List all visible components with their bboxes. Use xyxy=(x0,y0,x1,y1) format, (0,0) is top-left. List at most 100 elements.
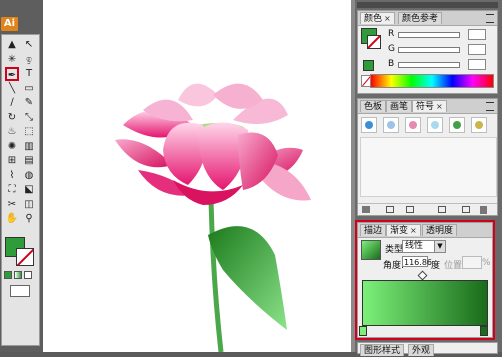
tab-stroke-label: 描边 xyxy=(364,226,383,236)
tab-symbols[interactable]: 符号 × xyxy=(412,100,447,112)
direct-selection-tool-icon[interactable]: ↖ xyxy=(22,38,36,52)
mesh-tool-icon[interactable]: ⊞ xyxy=(5,154,19,168)
tab-gradient-label: 渐变 xyxy=(390,226,409,236)
hand-tool-icon[interactable]: ✋ xyxy=(5,212,19,226)
symbols-list-area xyxy=(360,137,497,197)
type-tool-icon[interactable]: T xyxy=(22,67,36,81)
gradient-ramp[interactable] xyxy=(362,280,488,326)
close-icon[interactable]: × xyxy=(410,226,417,235)
graphic-styles-panel: 图形样式 外观 xyxy=(357,342,498,356)
scale-tool-icon[interactable]: ⤡ xyxy=(22,111,36,125)
tab-brushes-label: 画笔 xyxy=(390,102,409,112)
trash-icon[interactable] xyxy=(480,206,487,214)
close-icon[interactable]: × xyxy=(384,14,391,23)
slice-tool-icon[interactable]: ✂ xyxy=(5,198,19,212)
channel-b-slider[interactable] xyxy=(398,62,460,68)
bird-symbol-icon[interactable] xyxy=(361,117,377,133)
live-paint-selection-tool-icon[interactable]: ⬕ xyxy=(22,183,36,197)
gradient-stop-left[interactable] xyxy=(359,326,367,336)
gradient-panel: 描边 渐变 × 透明度 类型: 线性 ▼ 角度: 116.86 度 位置 % xyxy=(357,222,493,338)
screen-mode-button[interactable] xyxy=(10,285,30,297)
lasso-tool-icon[interactable]: ඉ xyxy=(22,53,36,67)
zoom-tool-icon[interactable]: ⚲ xyxy=(22,212,36,226)
gradient-type-value: 线性 xyxy=(405,241,424,251)
symbol-options-icon[interactable] xyxy=(438,206,446,213)
gradient-position-unit: % xyxy=(482,258,491,268)
warp-tool-icon[interactable]: ♨ xyxy=(5,125,19,139)
color-panel: 颜色 × 颜色参考 R G B xyxy=(357,10,498,94)
symbols-panel-tabbar: 色板 画笔 符号 × xyxy=(358,99,497,114)
flower-symbol-icon[interactable] xyxy=(405,117,421,133)
tools-panel: ▲ ↖ ✳ ඉ ✒ T ╲ ▭ ∕ ✎ ↻ ⤡ ♨ ⬚ ✺ ▥ ⊞ ▤ ⌇ ◍ ⛶ ⬕ ✂ ◫ ✋ ⚲ xyxy=(1,34,40,346)
grass-symbol-icon[interactable] xyxy=(471,117,487,133)
bubble-symbol-icon[interactable] xyxy=(427,117,443,133)
lotus-artwork xyxy=(115,83,311,353)
paintbrush-tool-icon[interactable]: ∕ xyxy=(5,96,19,110)
blend-tool-icon[interactable]: ◍ xyxy=(22,169,36,183)
color-mode-buttons[interactable] xyxy=(4,271,34,279)
rectangle-tool-icon[interactable]: ▭ xyxy=(22,82,36,96)
gradient-tool-icon[interactable]: ▤ xyxy=(22,154,36,168)
tab-graphic-styles[interactable]: 图形样式 xyxy=(360,344,405,356)
gradient-angle-value: 116.86 xyxy=(404,258,432,267)
tab-stroke[interactable]: 描边 xyxy=(360,224,387,236)
tab-transparency[interactable]: 透明度 xyxy=(422,224,458,236)
gradient-angle-input[interactable]: 116.86 xyxy=(402,256,432,267)
cloud-symbol-icon[interactable] xyxy=(383,117,399,133)
tab-symbols-label: 符号 xyxy=(416,102,435,112)
panel-menu-icon[interactable] xyxy=(486,102,494,111)
gradient-preview-swatch[interactable] xyxy=(361,240,381,260)
free-transform-tool-icon[interactable]: ⬚ xyxy=(22,125,36,139)
pen-tool-icon[interactable]: ✒ xyxy=(5,67,19,81)
channel-b-input[interactable] xyxy=(468,59,486,70)
magic-wand-tool-icon[interactable]: ✳ xyxy=(5,53,19,67)
symbol-library-icon[interactable] xyxy=(362,206,370,213)
tab-appearance[interactable]: 外观 xyxy=(408,344,435,356)
gradient-type-select[interactable]: 线性 ▼ xyxy=(402,240,446,253)
line-tool-icon[interactable]: ╲ xyxy=(5,82,19,96)
place-symbol-icon[interactable] xyxy=(386,206,394,213)
out-of-gamut-icon[interactable] xyxy=(363,60,374,71)
new-symbol-icon[interactable] xyxy=(462,206,470,213)
channel-r-slider[interactable] xyxy=(398,32,460,38)
channel-g-slider[interactable] xyxy=(398,47,460,53)
gradient-angle-unit: 度 xyxy=(431,261,441,271)
tree-symbol-icon[interactable] xyxy=(449,117,465,133)
stroke-swatch[interactable] xyxy=(16,248,34,266)
color-spectrum-bar[interactable] xyxy=(370,74,494,88)
panel-menu-icon[interactable] xyxy=(486,14,494,23)
close-icon[interactable]: × xyxy=(436,102,443,111)
tab-swatches-label: 色板 xyxy=(364,102,383,112)
eyedropper-tool-icon[interactable]: ⌇ xyxy=(5,169,19,183)
live-paint-tool-icon[interactable]: ⛶ xyxy=(5,183,19,197)
tab-brushes[interactable]: 画笔 xyxy=(386,100,413,112)
channel-g-label: G xyxy=(388,44,395,54)
tab-graphic-styles-label: 图形样式 xyxy=(364,346,401,356)
selection-tool-icon[interactable]: ▲ xyxy=(5,38,19,52)
color-panel-tabbar: 颜色 × 颜色参考 xyxy=(358,11,497,26)
graph-tool-icon[interactable]: ▥ xyxy=(22,140,36,154)
gradient-stop-right[interactable] xyxy=(480,326,488,336)
gradient-position-input[interactable] xyxy=(462,256,482,269)
break-link-icon[interactable] xyxy=(406,206,414,213)
symbols-panel: 色板 画笔 符号 × xyxy=(357,98,498,216)
tab-appearance-label: 外观 xyxy=(412,346,431,356)
panel-dock-header xyxy=(357,2,498,8)
tab-color[interactable]: 颜色 × xyxy=(360,12,395,24)
tab-swatches[interactable]: 色板 xyxy=(360,100,387,112)
artboard-canvas[interactable] xyxy=(43,0,353,353)
channel-r-label: R xyxy=(388,29,395,39)
symbol-sprayer-tool-icon[interactable]: ✺ xyxy=(5,140,19,154)
app-logo: Ai xyxy=(1,17,18,31)
eraser-tool-icon[interactable]: ◫ xyxy=(22,198,36,212)
none-color-icon[interactable] xyxy=(361,75,371,87)
gradient-midpoint-marker[interactable] xyxy=(417,270,428,281)
stroke-color-indicator[interactable] xyxy=(367,35,381,49)
rotate-tool-icon[interactable]: ↻ xyxy=(5,111,19,125)
tab-color-guide[interactable]: 颜色参考 xyxy=(398,12,443,24)
channel-r-input[interactable] xyxy=(468,29,486,40)
channel-g-input[interactable] xyxy=(468,44,486,55)
tab-gradient[interactable]: 渐变 × xyxy=(386,224,421,236)
pencil-tool-icon[interactable]: ✎ xyxy=(22,96,36,110)
chevron-down-icon: ▼ xyxy=(434,241,445,252)
